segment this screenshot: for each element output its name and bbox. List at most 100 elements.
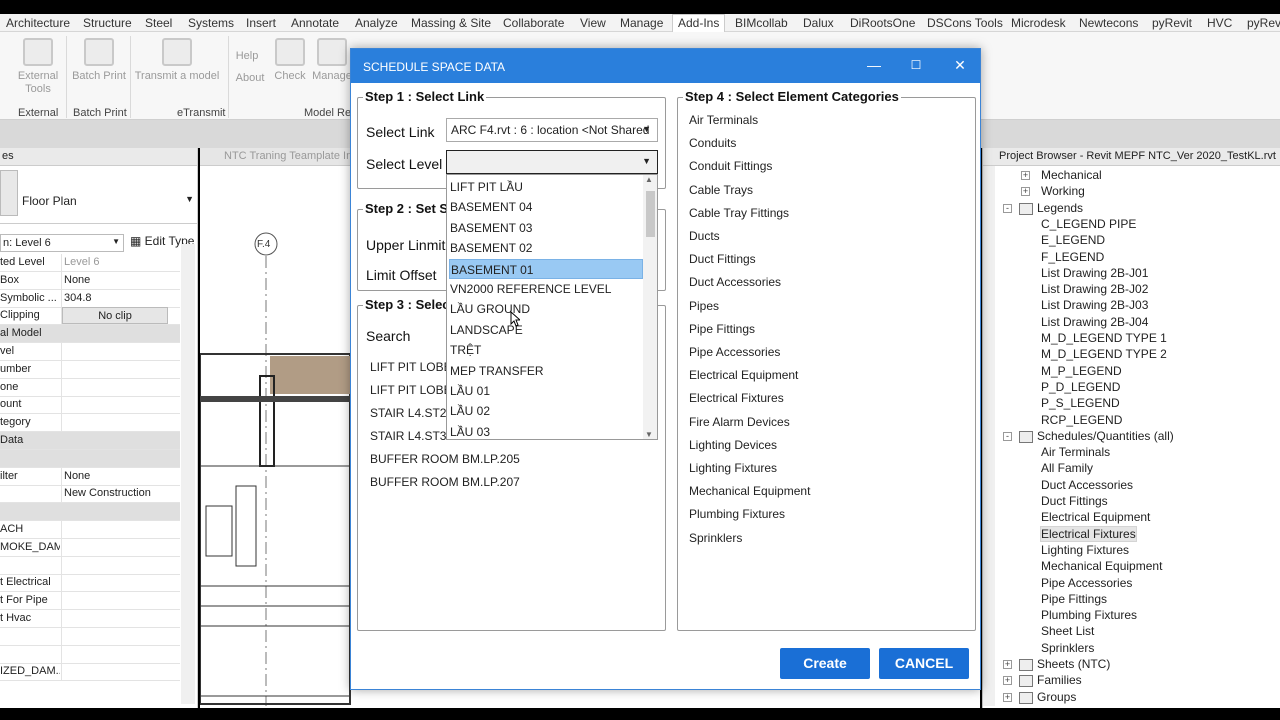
scroll-down-icon[interactable]: ▼ [645, 430, 653, 439]
property-row[interactable] [0, 556, 180, 575]
level-option[interactable]: LẦU 01 [449, 381, 643, 401]
ribbon-tab[interactable]: Analyze [355, 16, 398, 30]
property-row[interactable]: ted Level Level 6 [0, 254, 180, 272]
ribbon-tab[interactable]: DSCons Tools [927, 16, 1003, 30]
browser-item[interactable]: Working [1041, 184, 1085, 198]
category-item[interactable]: Duct Fittings [689, 252, 756, 266]
scrollbar-thumb[interactable] [646, 191, 655, 237]
category-item[interactable]: Conduits [689, 136, 736, 150]
ribbon-tab[interactable]: HVC [1207, 16, 1232, 30]
collapse-icon[interactable]: - [1003, 431, 1012, 441]
category-item[interactable]: Pipe Accessories [689, 345, 780, 359]
scroll-up-icon[interactable]: ▲ [645, 175, 653, 184]
browser-item[interactable]: P_D_LEGEND [1041, 380, 1120, 394]
browser-item[interactable]: List Drawing 2B-J01 [1041, 266, 1148, 280]
property-row[interactable] [0, 449, 180, 468]
browser-item[interactable]: Pipe Accessories [1041, 576, 1132, 590]
ribbon-tab[interactable]: pyRevit [1152, 16, 1192, 30]
property-row[interactable]: tegory [0, 414, 180, 433]
level-dropdown-list[interactable]: LIFT PIT LẦU BASEMENT 04 BASEMENT 03 BASEME… [446, 174, 658, 440]
dropdown-scrollbar[interactable]: ▲ ▼ [643, 175, 657, 439]
level-option[interactable]: LIFT PIT LẦU [449, 177, 643, 197]
ribbon-tab[interactable]: Systems [188, 16, 234, 30]
ribbon-tab[interactable]: Annotate [291, 16, 339, 30]
property-row[interactable]: IZED_DAM... [0, 663, 180, 682]
level-option[interactable]: MEP TRANSFER [449, 361, 643, 381]
ribbon-tab[interactable]: DiRootsOne [850, 16, 915, 30]
category-item[interactable]: Sprinklers [689, 531, 742, 545]
category-item[interactable]: Fire Alarm Devices [689, 415, 790, 429]
maximize-icon[interactable]: ☐ [903, 55, 929, 75]
browser-item[interactable]: Plumbing Fixtures [1041, 608, 1137, 622]
ribbon-tab[interactable]: Newtecons [1079, 16, 1138, 30]
property-row[interactable]: Box None [0, 271, 180, 290]
expand-icon[interactable]: + [1021, 171, 1030, 180]
select-link-combo[interactable]: ARC F4.rvt : 6 : location <Not Shared ▼ [446, 118, 658, 142]
browser-item[interactable]: List Drawing 2B-J02 [1041, 282, 1148, 296]
ribbon-tab[interactable]: Architecture [6, 16, 70, 30]
category-item[interactable]: Air Terminals [689, 113, 758, 127]
category-item[interactable]: Pipe Fittings [689, 322, 755, 336]
property-row[interactable] [0, 503, 180, 522]
level-option[interactable]: BASEMENT 02 [449, 238, 643, 258]
category-item[interactable]: Mechanical Equipment [689, 484, 810, 498]
space-list-item[interactable]: BUFFER ROOM BM.LP.205 [370, 452, 520, 466]
category-item[interactable]: Electrical Fixtures [689, 391, 784, 405]
ribbon-tab[interactable]: Collaborate [503, 16, 564, 30]
expand-icon[interactable]: + [1021, 187, 1030, 197]
property-row[interactable]: New Construction [0, 485, 180, 504]
property-row[interactable]: vel [0, 343, 180, 361]
category-item[interactable]: Conduit Fittings [689, 159, 772, 173]
property-row[interactable]: al Model [0, 325, 180, 344]
level-option[interactable]: BASEMENT 03 [449, 218, 643, 238]
level-option[interactable]: LẦU GROUND [449, 299, 643, 319]
browser-item[interactable]: Electrical Fixtures [1040, 525, 1137, 542]
category-item[interactable]: Cable Tray Fittings [689, 206, 789, 220]
collapse-icon[interactable]: - [1003, 203, 1012, 213]
property-row[interactable]: Data [0, 432, 180, 450]
category-item[interactable]: Electrical Equipment [689, 368, 798, 382]
browser-item[interactable]: C_LEGEND PIPE [1041, 217, 1136, 231]
help-button[interactable]: Help [232, 50, 262, 63]
property-row[interactable]: umber [0, 360, 180, 379]
category-item[interactable]: Ducts [689, 229, 720, 243]
instance-filter-select[interactable]: n: Level 6 ▼ [0, 234, 124, 252]
browser-item[interactable]: All Family [1041, 461, 1093, 475]
browser-scrollbar[interactable] [983, 166, 995, 706]
check-button[interactable]: Check [272, 38, 308, 83]
expand-icon[interactable]: + [1003, 660, 1012, 669]
browser-item[interactable]: Legends [1037, 201, 1083, 215]
browser-item[interactable]: Sprinklers [1041, 641, 1094, 655]
ribbon-tab[interactable]: Add-Ins [672, 14, 726, 32]
ribbon-tab[interactable]: Structure [83, 16, 132, 30]
browser-item[interactable]: M_P_LEGEND [1041, 364, 1122, 378]
expand-icon[interactable]: + [1003, 692, 1012, 702]
expand-icon[interactable]: + [1003, 676, 1012, 686]
dialog-titlebar[interactable]: SCHEDULE SPACE DATA — ☐ ✕ [351, 49, 980, 83]
browser-item[interactable]: List Drawing 2B-J03 [1041, 298, 1148, 312]
browser-item[interactable]: M_D_LEGEND TYPE 2 [1041, 347, 1167, 361]
property-row[interactable]: one [0, 378, 180, 397]
level-option[interactable]: BASEMENT 01 [449, 258, 643, 279]
ribbon-tab[interactable]: View [580, 16, 606, 30]
ribbon-tab[interactable]: Dalux [803, 16, 834, 30]
ribbon-tab[interactable]: Steel [145, 16, 172, 30]
browser-item[interactable]: P_S_LEGEND [1041, 396, 1120, 410]
property-row[interactable] [0, 627, 180, 646]
browser-item[interactable]: RCP_LEGEND [1041, 413, 1122, 427]
cancel-button[interactable]: CANCEL [879, 648, 969, 679]
ribbon-tab[interactable]: Massing & Site [411, 16, 491, 30]
level-option[interactable]: BASEMENT 04 [449, 197, 643, 217]
level-option[interactable]: TRỆT [449, 340, 643, 360]
property-row[interactable]: ACH [0, 521, 180, 539]
browser-item[interactable]: Sheet List [1041, 624, 1094, 638]
about-button[interactable]: About [232, 72, 268, 85]
type-selector[interactable]: Floor Plan ▼ [0, 166, 198, 224]
minimize-icon[interactable]: — [861, 55, 887, 75]
ribbon-tab[interactable]: Manage [620, 16, 663, 30]
browser-item[interactable]: Duct Fittings [1041, 494, 1108, 508]
property-row[interactable]: t Electrical [0, 574, 180, 593]
browser-item[interactable]: Schedules/Quantities (all) [1037, 429, 1174, 443]
transmit-model-button[interactable]: Transmit a model [132, 38, 222, 83]
browser-item[interactable]: Groups [1037, 690, 1076, 704]
